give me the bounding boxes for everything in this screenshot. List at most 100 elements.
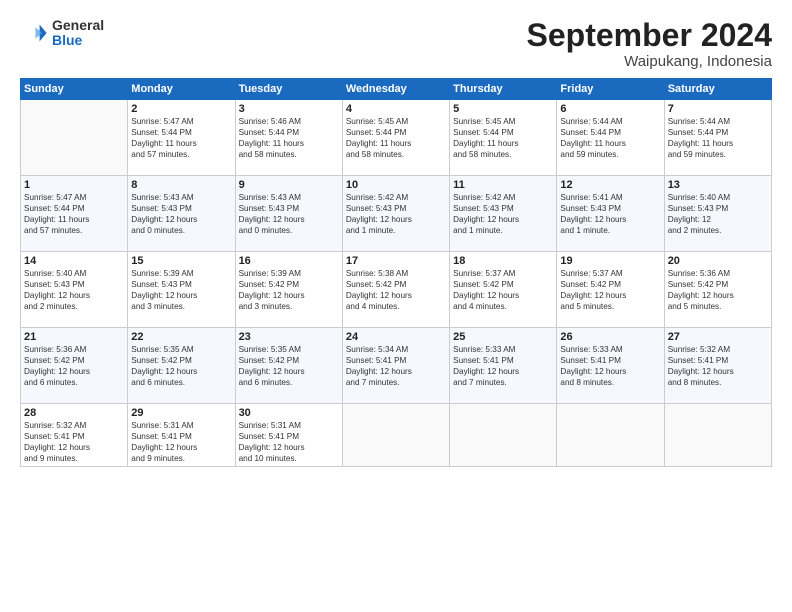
cell-info: Sunrise: 5:46 AM xyxy=(239,116,339,127)
cell-info: and 4 minutes. xyxy=(453,301,553,312)
day-number: 3 xyxy=(239,103,339,115)
cell-info: and 0 minutes. xyxy=(239,225,339,236)
col-sunday: Sunday xyxy=(21,79,128,100)
day-number: 19 xyxy=(560,255,660,267)
cell-info: Daylight: 12 xyxy=(668,214,768,225)
table-cell: 3Sunrise: 5:46 AMSunset: 5:44 PMDaylight… xyxy=(235,100,342,176)
col-monday: Monday xyxy=(128,79,235,100)
day-number: 9 xyxy=(239,179,339,191)
day-number: 5 xyxy=(453,103,553,115)
table-cell: 14Sunrise: 5:40 AMSunset: 5:43 PMDayligh… xyxy=(21,252,128,328)
cell-info: Daylight: 12 hours xyxy=(239,214,339,225)
cell-info: Daylight: 12 hours xyxy=(131,442,231,453)
cell-info: Sunrise: 5:40 AM xyxy=(668,192,768,203)
cell-info: Sunrise: 5:35 AM xyxy=(131,344,231,355)
cell-info: Sunset: 5:44 PM xyxy=(668,127,768,138)
calendar-page: General Blue September 2024 Waipukang, I… xyxy=(0,0,792,612)
cell-info: Daylight: 12 hours xyxy=(453,290,553,301)
table-cell: 8Sunrise: 5:43 AMSunset: 5:43 PMDaylight… xyxy=(128,176,235,252)
cell-info: Daylight: 12 hours xyxy=(346,290,446,301)
cell-info: and 5 minutes. xyxy=(560,301,660,312)
cell-info: and 57 minutes. xyxy=(131,149,231,160)
cell-info: and 9 minutes. xyxy=(131,453,231,464)
cell-info: Sunrise: 5:35 AM xyxy=(239,344,339,355)
cell-info: Daylight: 12 hours xyxy=(453,366,553,377)
cell-info: Sunset: 5:42 PM xyxy=(453,279,553,290)
logo: General Blue xyxy=(20,18,104,49)
cell-info: Sunset: 5:42 PM xyxy=(239,355,339,366)
cell-info: Sunset: 5:42 PM xyxy=(668,279,768,290)
cell-info: Sunrise: 5:40 AM xyxy=(24,268,124,279)
col-wednesday: Wednesday xyxy=(342,79,449,100)
cell-info: Sunset: 5:43 PM xyxy=(131,279,231,290)
cell-info: Daylight: 11 hours xyxy=(346,138,446,149)
header-row: Sunday Monday Tuesday Wednesday Thursday… xyxy=(21,79,772,100)
table-cell xyxy=(450,404,557,467)
table-cell: 30Sunrise: 5:31 AMSunset: 5:41 PMDayligh… xyxy=(235,404,342,467)
cell-info: Sunset: 5:44 PM xyxy=(24,203,124,214)
day-number: 1 xyxy=(24,179,124,191)
table-cell: 12Sunrise: 5:41 AMSunset: 5:43 PMDayligh… xyxy=(557,176,664,252)
cell-info: and 0 minutes. xyxy=(131,225,231,236)
table-cell: 15Sunrise: 5:39 AMSunset: 5:43 PMDayligh… xyxy=(128,252,235,328)
day-number: 4 xyxy=(346,103,446,115)
logo-general: General xyxy=(52,18,104,33)
table-cell: 27Sunrise: 5:32 AMSunset: 5:41 PMDayligh… xyxy=(664,328,771,404)
cell-info: Sunrise: 5:31 AM xyxy=(239,420,339,431)
cell-info: Daylight: 11 hours xyxy=(668,138,768,149)
day-number: 7 xyxy=(668,103,768,115)
table-cell: 21Sunrise: 5:36 AMSunset: 5:42 PMDayligh… xyxy=(21,328,128,404)
cell-info: Sunset: 5:43 PM xyxy=(239,203,339,214)
day-number: 6 xyxy=(560,103,660,115)
day-number: 15 xyxy=(131,255,231,267)
day-number: 13 xyxy=(668,179,768,191)
day-number: 18 xyxy=(453,255,553,267)
cell-info: Daylight: 12 hours xyxy=(239,290,339,301)
table-cell: 26Sunrise: 5:33 AMSunset: 5:41 PMDayligh… xyxy=(557,328,664,404)
cell-info: and 6 minutes. xyxy=(24,377,124,388)
cell-info: Sunset: 5:41 PM xyxy=(24,431,124,442)
cell-info: and 8 minutes. xyxy=(668,377,768,388)
table-cell: 4Sunrise: 5:45 AMSunset: 5:44 PMDaylight… xyxy=(342,100,449,176)
col-friday: Friday xyxy=(557,79,664,100)
table-cell: 17Sunrise: 5:38 AMSunset: 5:42 PMDayligh… xyxy=(342,252,449,328)
cell-info: and 5 minutes. xyxy=(668,301,768,312)
cell-info: Daylight: 12 hours xyxy=(453,214,553,225)
cell-info: and 4 minutes. xyxy=(346,301,446,312)
day-number: 17 xyxy=(346,255,446,267)
cell-info: Sunset: 5:44 PM xyxy=(560,127,660,138)
cell-info: Sunrise: 5:37 AM xyxy=(560,268,660,279)
cell-info: and 6 minutes. xyxy=(239,377,339,388)
cell-info: Daylight: 12 hours xyxy=(668,366,768,377)
cell-info: Sunrise: 5:36 AM xyxy=(24,344,124,355)
day-number: 21 xyxy=(24,331,124,343)
cell-info: Sunrise: 5:38 AM xyxy=(346,268,446,279)
cell-info: Sunrise: 5:41 AM xyxy=(560,192,660,203)
cell-info: Sunset: 5:42 PM xyxy=(346,279,446,290)
table-cell: 16Sunrise: 5:39 AMSunset: 5:42 PMDayligh… xyxy=(235,252,342,328)
day-number: 10 xyxy=(346,179,446,191)
cell-info: Daylight: 12 hours xyxy=(239,442,339,453)
cell-info: Sunset: 5:43 PM xyxy=(453,203,553,214)
table-cell: 11Sunrise: 5:42 AMSunset: 5:43 PMDayligh… xyxy=(450,176,557,252)
cell-info: Sunrise: 5:37 AM xyxy=(453,268,553,279)
day-number: 27 xyxy=(668,331,768,343)
cell-info: Daylight: 12 hours xyxy=(560,366,660,377)
day-number: 24 xyxy=(346,331,446,343)
table-cell: 1Sunrise: 5:47 AMSunset: 5:44 PMDaylight… xyxy=(21,176,128,252)
logo-text: General Blue xyxy=(52,18,104,49)
cell-info: Daylight: 12 hours xyxy=(560,290,660,301)
header: General Blue September 2024 Waipukang, I… xyxy=(20,18,772,70)
table-cell: 23Sunrise: 5:35 AMSunset: 5:42 PMDayligh… xyxy=(235,328,342,404)
cell-info: Sunrise: 5:44 AM xyxy=(668,116,768,127)
cell-info: Daylight: 12 hours xyxy=(24,290,124,301)
cell-info: and 3 minutes. xyxy=(239,301,339,312)
day-number: 29 xyxy=(131,407,231,419)
day-number: 25 xyxy=(453,331,553,343)
cell-info: Sunset: 5:41 PM xyxy=(560,355,660,366)
table-cell: 28Sunrise: 5:32 AMSunset: 5:41 PMDayligh… xyxy=(21,404,128,467)
cell-info: Daylight: 11 hours xyxy=(453,138,553,149)
cell-info: Sunset: 5:41 PM xyxy=(131,431,231,442)
cell-info: and 3 minutes. xyxy=(131,301,231,312)
table-cell xyxy=(342,404,449,467)
